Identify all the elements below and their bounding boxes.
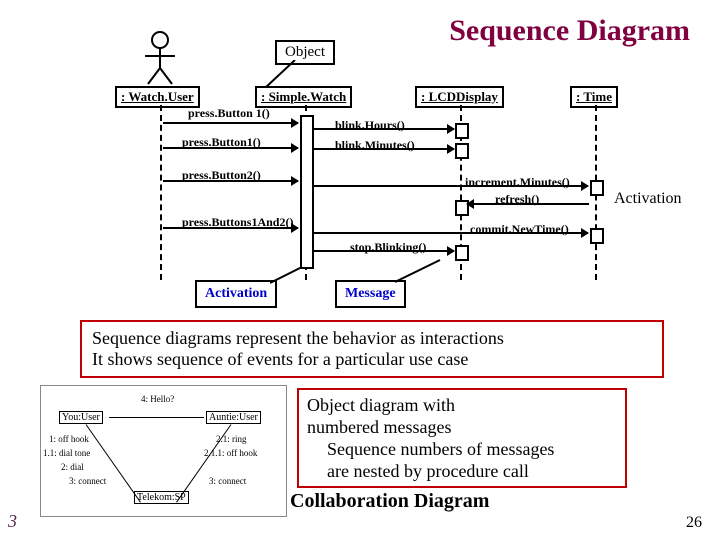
activation-time-2 — [590, 228, 604, 244]
actor-stick-figure — [140, 30, 180, 85]
lifeline-simplewatch: : Simple.Watch — [255, 86, 352, 108]
arrow-m6 — [312, 185, 588, 187]
arrow-m5 — [163, 180, 298, 182]
collab-e7: 3: connect — [69, 476, 106, 486]
rt-l2: numbered messages — [307, 416, 617, 438]
collab-e1: 4: Hello? — [141, 394, 174, 404]
cl3 — [176, 424, 231, 502]
collab-node-you: You:User — [59, 411, 103, 424]
collab-e8: 3: connect — [209, 476, 246, 486]
arrow-m3 — [312, 128, 454, 130]
collab-e2: 1: off hook — [49, 434, 89, 444]
collab-e4: 2: dial — [61, 462, 84, 472]
cl2 — [86, 424, 141, 502]
arrow-m2 — [163, 147, 298, 149]
dash-watchuser — [160, 105, 162, 280]
rt-l4: are nested by procedure call — [327, 460, 617, 482]
msg-stopblinking: stop.Blinking() — [350, 240, 426, 255]
arrow-m4 — [312, 148, 454, 150]
arrow-m9 — [312, 232, 588, 234]
caption-box-1: Sequence diagrams represent the behavior… — [80, 320, 664, 378]
caption1-line2: It shows sequence of events for a partic… — [92, 349, 652, 370]
collab-node-telekom: Telekom:SP — [134, 491, 189, 504]
collab-node-auntie: Auntie:User — [206, 411, 261, 424]
activation-lcd-1 — [455, 123, 469, 139]
collaboration-diagram-thumb: You:User Auntie:User Telekom:SP 4: Hello… — [40, 385, 287, 517]
msg-incrementminutes: increment.Minutes() — [465, 175, 570, 190]
tail-activation-left — [270, 265, 310, 285]
collab-title: Collaboration Diagram — [290, 490, 489, 513]
tail-message — [395, 258, 445, 283]
caption1-line1: Sequence diagrams represent the behavior… — [92, 328, 652, 349]
right-text-box: Object diagram with numbered messages Se… — [297, 388, 627, 488]
msg-commitnewtime: commit.NewTime() — [470, 222, 569, 237]
cl1 — [109, 417, 204, 418]
rt-l3: Sequence numbers of messages — [327, 438, 617, 460]
collab-e3: 1.1: dial tone — [43, 448, 90, 458]
arrow-m10 — [312, 250, 454, 252]
lifeline-time: : Time — [570, 86, 618, 108]
rt-l1: Object diagram with — [307, 394, 617, 416]
activation-simplewatch — [300, 115, 314, 269]
msg-text: press.Button 1() — [188, 106, 270, 120]
activation-time-1 — [590, 180, 604, 196]
lifeline-watchuser: : Watch.User — [115, 86, 200, 108]
arrow-m1 — [163, 122, 298, 124]
activation-label-right: Activation — [614, 190, 682, 208]
arrow-m7 — [467, 203, 589, 205]
msg-pressbutton1: press.Button 1() — [188, 108, 270, 119]
msg-blinkminutes: blink.Minutes() — [335, 138, 415, 153]
page-number-right: 26 — [686, 514, 702, 532]
activation-callout-left: Activation — [195, 280, 277, 308]
msg-blinkhours: blink.Hours() — [335, 118, 405, 133]
activation-lcd-4 — [455, 245, 469, 261]
page-number-left: 3 — [8, 511, 17, 532]
activation-lcd-2 — [455, 143, 469, 159]
slide-title: Sequence Diagram — [449, 14, 690, 48]
arrow-m8 — [163, 227, 298, 229]
message-callout: Message — [335, 280, 406, 308]
